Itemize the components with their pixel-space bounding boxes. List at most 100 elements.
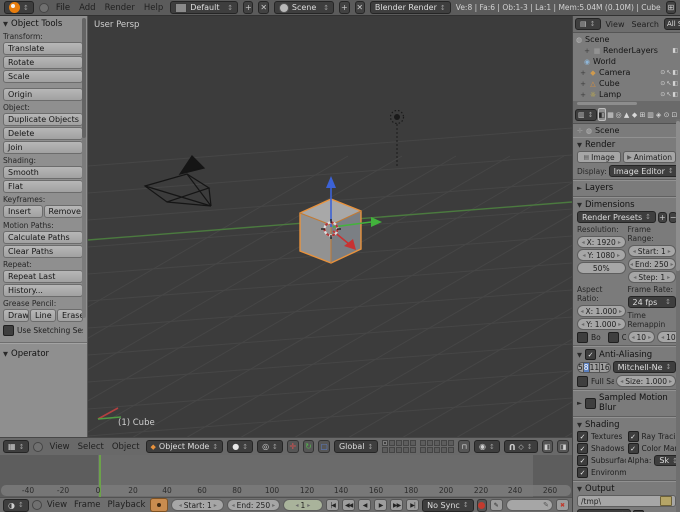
play-reverse-button[interactable]: ◀ xyxy=(358,499,372,511)
menu-render[interactable]: Render xyxy=(103,3,137,13)
border-checkbox[interactable] xyxy=(577,332,588,343)
end-frame-field[interactable]: ◂ End: 250 ▸ xyxy=(627,258,676,270)
operator-panel-header[interactable]: ▼ Operator xyxy=(3,348,83,360)
tab-material[interactable]: ◈ xyxy=(655,108,662,121)
eye-icon[interactable]: ⊙ xyxy=(660,80,665,87)
manipulator-translate-button[interactable]: ✛ xyxy=(286,440,299,453)
render-panel-header[interactable]: ▼ Render xyxy=(577,139,676,151)
manipulator-scale-button[interactable]: ▢ xyxy=(318,440,330,453)
subsurface-checkbox[interactable] xyxy=(577,455,588,466)
expand-icon[interactable]: + xyxy=(579,69,587,77)
start-frame-field[interactable]: ◂ Start: 1 ▸ xyxy=(627,245,676,257)
timeline-playback-menu[interactable]: Playback xyxy=(106,500,148,510)
prev-keyframe-button[interactable]: ◀◀ xyxy=(342,499,356,511)
resolution-percent-field[interactable]: 50% xyxy=(577,262,626,274)
translate-button[interactable]: Translate xyxy=(3,42,83,55)
join-button[interactable]: Join xyxy=(3,141,83,154)
screen-layout-dropdown[interactable]: Default ↕ xyxy=(170,1,239,14)
select-menu[interactable]: Select xyxy=(76,442,106,452)
pivot-point-dropdown[interactable]: ◎ ↕ xyxy=(257,440,283,453)
sampled-motion-blur-header[interactable]: ► Sampled Motion Blur xyxy=(577,392,676,414)
increment-arrow-icon[interactable]: ▸ xyxy=(214,502,217,509)
tab-scene[interactable]: ▦ xyxy=(607,108,614,121)
eye-icon[interactable]: ⊙ xyxy=(660,69,665,76)
timeline-view-menu[interactable]: View xyxy=(45,500,69,510)
increment-arrow-icon[interactable]: ▸ xyxy=(272,502,275,509)
delete-layout-button[interactable]: ✕ xyxy=(258,1,269,14)
timeline-track[interactable]: -40 -20 0 20 40 60 80 100 120 140 160 18… xyxy=(0,455,572,497)
render-engine-dropdown[interactable]: Blender Render ↕ xyxy=(369,1,451,14)
remove-keying-set-button[interactable]: ✖ xyxy=(556,499,569,511)
eye-icon[interactable]: ⊙ xyxy=(660,91,665,98)
keying-set-button[interactable]: ✎ xyxy=(489,499,503,511)
menu-file[interactable]: File xyxy=(54,3,72,13)
shadows-checkbox[interactable] xyxy=(577,443,588,454)
output-panel-header[interactable]: ▼ Output xyxy=(577,483,676,495)
y-axis-arrow[interactable] xyxy=(371,217,382,227)
add-preset-button[interactable]: + xyxy=(658,211,667,223)
header-collapse-icon[interactable] xyxy=(38,2,49,13)
anti-aliasing-panel-header[interactable]: ▼ Anti-Aliasing xyxy=(577,348,676,361)
sync-dropdown[interactable]: No Sync ↕ xyxy=(422,498,474,512)
aa-size-field[interactable]: ◂ Size: 1.000 ▸ xyxy=(616,375,676,387)
select-arrow-icon[interactable]: ↖ xyxy=(666,69,671,76)
tab-data[interactable]: ▥ xyxy=(647,108,654,121)
tab-modifiers[interactable]: ⊞ xyxy=(639,108,646,121)
shading-panel-header[interactable]: ▼ Shading xyxy=(577,419,676,431)
tab-object[interactable]: ▲ xyxy=(623,108,630,121)
sampled-motion-blur-checkbox[interactable] xyxy=(585,397,596,409)
record-button[interactable] xyxy=(476,498,487,512)
render-toggle-icon[interactable]: ◧ xyxy=(672,91,678,98)
outliner-row-scene[interactable]: ◍ Scene xyxy=(573,34,680,45)
step-frame-field[interactable]: ◂ Step: 1 ▸ xyxy=(627,271,676,283)
insert-keyframe-button[interactable]: Insert xyxy=(3,205,43,218)
outliner-view-menu[interactable]: View xyxy=(604,20,627,29)
mode-dropdown[interactable]: ◆ Object Mode ↕ xyxy=(145,440,224,453)
expand-icon[interactable]: + xyxy=(579,80,587,88)
grease-erase-button[interactable]: Erase xyxy=(57,309,83,322)
output-path-field[interactable]: /tmp\ xyxy=(577,495,676,507)
decrement-arrow-icon[interactable]: ◂ xyxy=(295,502,298,509)
layers-grid-left[interactable] xyxy=(382,440,417,453)
object-menu[interactable]: Object xyxy=(110,442,142,452)
properties-editor-dropdown[interactable]: ▥ ↕ xyxy=(575,108,597,121)
z-axis-arrow[interactable] xyxy=(326,176,336,188)
select-arrow-icon[interactable]: ↖ xyxy=(666,91,671,98)
repeat-last-button[interactable]: Repeat Last xyxy=(3,270,83,283)
properties-scrollbar[interactable] xyxy=(676,119,680,512)
delete-scene-button[interactable]: ✕ xyxy=(354,1,365,14)
layers-panel-header[interactable]: ► Layers xyxy=(577,182,676,194)
orientation-dropdown[interactable]: Global ↕ xyxy=(333,440,379,453)
outliner-scrollbar[interactable] xyxy=(573,101,680,106)
tab-world[interactable]: ◎ xyxy=(615,108,622,121)
select-arrow-icon[interactable]: ↖ xyxy=(666,80,671,87)
timeline-editor-dropdown[interactable]: ◑ ↕ xyxy=(3,498,29,512)
outliner-search-menu[interactable]: Search xyxy=(629,20,660,29)
viewport-3d[interactable]: User Persp (1) Cube xyxy=(88,16,572,437)
viewport-canvas[interactable] xyxy=(88,16,572,437)
display-dropdown[interactable]: Image Editor ↕ xyxy=(608,165,679,177)
decrement-arrow-icon[interactable]: ◂ xyxy=(179,502,182,509)
outliner-row-lamp[interactable]: + ☼ Lamp ⊙ ↖ ◧ xyxy=(573,89,680,100)
camera-object[interactable] xyxy=(143,155,212,207)
origin-button[interactable]: Origin xyxy=(3,88,83,101)
jump-to-start-button[interactable]: |◀ xyxy=(326,499,340,511)
render-toggle-icon[interactable]: ◧ xyxy=(672,69,678,76)
color-management-checkbox[interactable] xyxy=(627,443,639,454)
info-editor-dropdown[interactable]: ↕ xyxy=(4,1,34,14)
tool-shelf-scrollbar[interactable] xyxy=(82,18,86,318)
tab-render[interactable]: ◧ xyxy=(597,108,607,121)
render-toggle-icon[interactable]: ◧ xyxy=(672,47,678,54)
menu-help[interactable]: Help xyxy=(142,3,165,13)
render-animation-button[interactable]: ▶ Animation xyxy=(623,151,676,163)
render-image-button[interactable]: ▤ Image xyxy=(577,151,622,163)
aa-samples-16-button[interactable]: 16 xyxy=(600,361,611,373)
resolution-y-field[interactable]: ◂ Y: 1080 ▸ xyxy=(577,249,626,261)
frame-end-field[interactable]: ◂ End: 250 ▸ xyxy=(227,499,280,511)
viewport-shading-dropdown[interactable]: ● ↕ xyxy=(227,440,254,453)
header-collapse-icon[interactable] xyxy=(31,500,42,510)
render-toggle-icon[interactable]: ◧ xyxy=(672,80,678,87)
outliner-row-renderlayers[interactable]: + ▦ RenderLayers ◧ xyxy=(573,45,680,56)
layers-grid-right[interactable] xyxy=(420,440,455,453)
duplicate-objects-button[interactable]: Duplicate Objects xyxy=(3,113,83,126)
